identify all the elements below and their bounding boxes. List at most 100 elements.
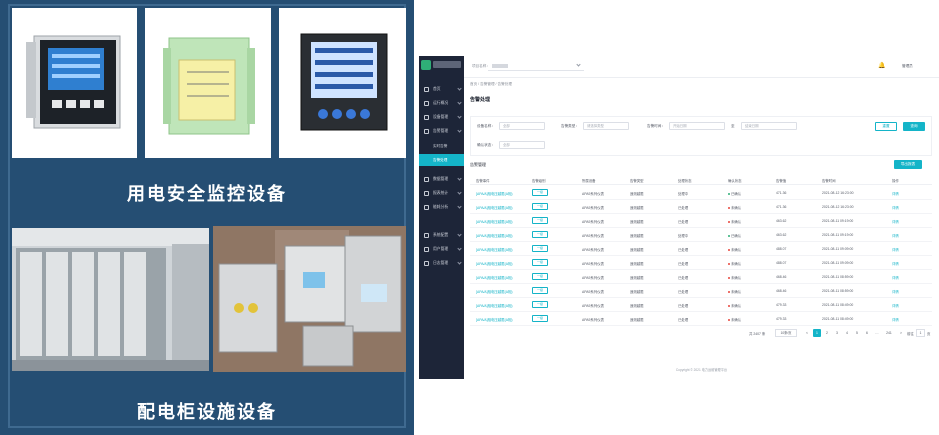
alarm-type-cell: 遥测越限 (630, 192, 644, 196)
process-status-cell: 处理中 (678, 192, 689, 196)
alarm-event-link[interactable]: [APA/A]相电压越限(A相) (476, 247, 512, 252)
alarm-event-link[interactable]: [APA/A]相电压越限(A相) (476, 275, 512, 280)
alarm-event-link[interactable]: [APA/A]相电压越限(A相) (476, 205, 512, 210)
table-row: [APA/A]相电压越限(A相) 一级 APA9系列仪表 遥测越限 已处理 未确认 468.… (470, 270, 932, 284)
sidebar-item-system[interactable]: 系统配置 (419, 228, 464, 242)
page-title: 告警处理 (470, 97, 491, 103)
app-screenshot: 首页 运行概况 设备管理 告警管理 实时告警 告警处理 数据管理 报表统计 能耗… (419, 56, 939, 379)
sidebar-subitem-realtime-alarms[interactable]: 实时告警 (419, 140, 464, 152)
alarm-event-link[interactable]: [APA/A]相电压越限(A相) (476, 233, 512, 238)
detail-link[interactable]: 详情 (892, 317, 899, 322)
page-button-6[interactable]: 6 (863, 329, 871, 337)
confirm-status-cell: 未确认 (728, 303, 741, 308)
goto-label: 前往 (907, 332, 914, 336)
alarm-value-cell: 463.62 (776, 233, 787, 237)
alarm-time-cell: 2021-08-11 09:19:00 (822, 219, 854, 223)
detail-link[interactable]: 详情 (892, 233, 899, 238)
confirm-status-text: 未确认 (731, 262, 742, 266)
table-header: 告警事件 告警级别 所属设备 告警类型 处理状态 确认状态 告警值 告警时间 操… (470, 175, 932, 185)
chevron-down-icon (457, 260, 462, 265)
chevron-down-icon (457, 204, 462, 209)
sidebar-item-data[interactable]: 数据管理 (419, 172, 464, 186)
page-ellipsis[interactable]: … (873, 329, 881, 337)
page-button-1[interactable]: 1 (813, 329, 821, 337)
device-cell: APA9系列仪表 (582, 318, 604, 322)
page-button-2[interactable]: 2 (823, 329, 831, 337)
sidebar-item-home[interactable]: 首页 (419, 82, 464, 96)
type-filter-select[interactable]: 请选择类型 (583, 122, 629, 130)
user-menu[interactable]: 管理员 (902, 64, 913, 69)
status-dot-icon (728, 277, 730, 280)
detail-link[interactable]: 详情 (892, 261, 899, 266)
log-icon (424, 260, 429, 266)
electrical-boxes-photo (213, 226, 406, 372)
page-button-last[interactable]: 241 (883, 329, 895, 337)
confirm-status-text: 未确认 (731, 220, 742, 224)
detail-link[interactable]: 详情 (892, 219, 899, 224)
detail-link[interactable]: 详情 (892, 275, 899, 280)
bell-icon[interactable]: 🔔 (878, 62, 885, 69)
alarm-event-link[interactable]: [APA/A]相电压越限(A相) (476, 303, 512, 308)
detail-link[interactable]: 详情 (892, 191, 899, 196)
alarm-value-cell: 468.46 (776, 275, 787, 279)
device-cell: APA9系列仪表 (582, 192, 604, 196)
device-cell: APA9系列仪表 (582, 290, 604, 294)
isolator-module-photo (145, 8, 271, 158)
alarm-level-tag: 一级 (532, 203, 548, 210)
page-unit: 页 (927, 332, 931, 336)
alarm-type-cell: 遥测越限 (630, 304, 644, 308)
confirm-filter-select[interactable]: 全部 (499, 141, 545, 149)
alarm-event-link[interactable]: [APA/A]相电压越限(A相) (476, 261, 512, 266)
alarm-type-cell: 遥测越限 (630, 276, 644, 280)
confirm-status-text: 未确认 (731, 290, 742, 294)
sidebar-item-logs[interactable]: 日志管理 (419, 256, 464, 270)
sidebar-subitem-alarm-handling[interactable]: 告警处理 (419, 154, 464, 166)
sidebar-item-alarms[interactable]: 告警管理 (419, 124, 464, 138)
process-status-cell: 已处理 (678, 304, 689, 308)
sidebar: 首页 运行概况 设备管理 告警管理 实时告警 告警处理 数据管理 报表统计 能耗… (419, 56, 464, 379)
page-button-4[interactable]: 4 (843, 329, 851, 337)
query-button[interactable]: 查询 (903, 122, 925, 131)
detail-link[interactable]: 详情 (892, 205, 899, 210)
sidebar-item-users[interactable]: 用户管理 (419, 242, 464, 256)
alarm-event-link[interactable]: [APA/A]相电压越限(A相) (476, 289, 512, 294)
data-icon (424, 176, 429, 182)
alarm-event-link[interactable]: [APA/A]相电压越限(A相) (476, 317, 512, 322)
alarm-time-cell: 2021-08-11 08:59:00 (822, 289, 854, 293)
prev-page-button[interactable]: < (803, 329, 811, 337)
start-date-input[interactable]: 开始日期 (669, 122, 725, 130)
detail-link[interactable]: 详情 (892, 247, 899, 252)
process-status-cell: 已处理 (678, 220, 689, 224)
type-filter-label: 告警类型： (561, 124, 579, 128)
confirm-status-cell: 未确认 (728, 289, 741, 294)
table-row: [APA/A]相电压越限(A相) 一级 APA9系列仪表 遥测越限 已处理 未确认 488.… (470, 242, 932, 256)
alarm-event-link[interactable]: [APA/A]相电压越限(A相) (476, 191, 512, 196)
confirm-status-text: 未确认 (731, 276, 742, 280)
filter-card: 设备名称： 全部 告警类型： 请选择类型 告警时间： 开始日期 至 结束日期 确… (470, 116, 932, 156)
alarm-type-cell: 遥测越限 (630, 290, 644, 294)
table-row: [APA/A]相电压越限(A相) 一级 APA9系列仪表 遥测越限 已处理 未确认 468.… (470, 284, 932, 298)
device-filter-select[interactable]: 全部 (499, 122, 545, 130)
goto-page-input[interactable]: 1 (916, 329, 925, 337)
project-select[interactable] (488, 61, 584, 71)
page-size-select[interactable]: 10条/页 (775, 329, 797, 337)
detail-link[interactable]: 详情 (892, 289, 899, 294)
sidebar-item-overview[interactable]: 运行概况 (419, 96, 464, 110)
table-row: [APA/A]相电压越限(A相) 一级 APA9系列仪表 遥测越限 已处理 未确认 463.… (470, 214, 932, 228)
table-row: [APA/A]相电压越限(A相) 一级 APA9系列仪表 遥测越限 已处理 未确认 488.… (470, 256, 932, 270)
sidebar-item-reports[interactable]: 报表统计 (419, 186, 464, 200)
sidebar-item-energy[interactable]: 能耗分析 (419, 200, 464, 214)
sidebar-item-devices[interactable]: 设备管理 (419, 110, 464, 124)
page-button-3[interactable]: 3 (833, 329, 841, 337)
alarm-level-tag: 一级 (532, 301, 548, 308)
reset-button[interactable]: 重置 (875, 122, 897, 131)
end-date-input[interactable]: 结束日期 (741, 122, 797, 130)
next-page-button[interactable]: > (897, 329, 905, 337)
device-cell: APA9系列仪表 (582, 304, 604, 308)
alarm-event-link[interactable]: [APA/A]相电压越限(A相) (476, 219, 512, 224)
export-report-button[interactable]: 导出报表 (894, 160, 922, 169)
column-header: 处理状态 (678, 179, 692, 183)
alarm-time-cell: 2021-08-11 08:59:00 (822, 275, 854, 279)
page-button-5[interactable]: 5 (853, 329, 861, 337)
detail-link[interactable]: 详情 (892, 303, 899, 308)
